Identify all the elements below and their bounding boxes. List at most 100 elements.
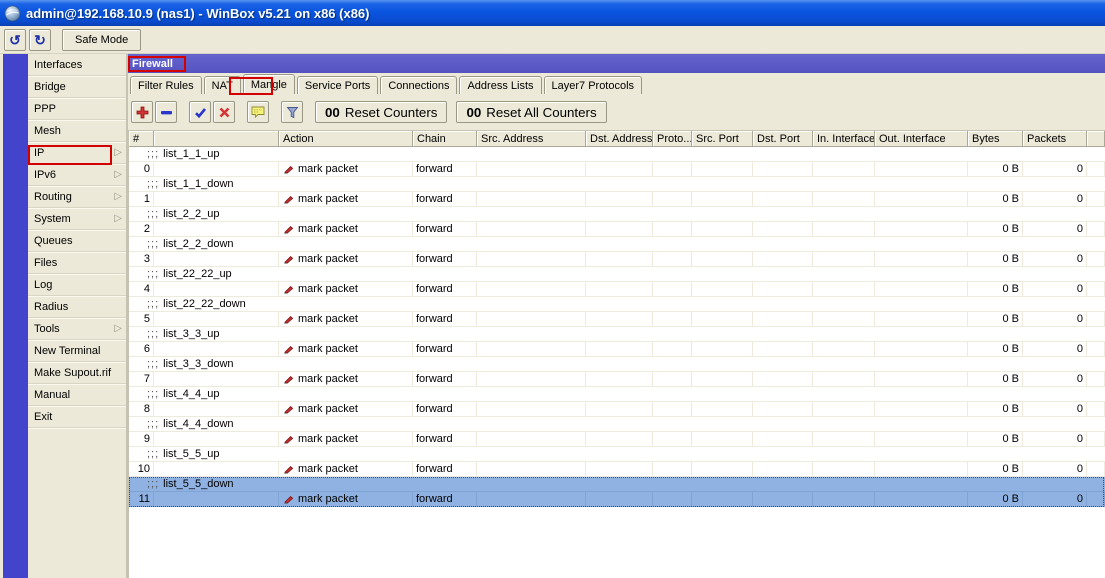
in-interface-cell	[813, 432, 875, 446]
tab-nat[interactable]: NAT	[204, 76, 241, 94]
dst-port-cell	[753, 312, 813, 326]
sidebar-item-manual[interactable]: Manual	[28, 384, 126, 406]
column-header-chain[interactable]: Chain	[413, 131, 477, 147]
submenu-arrow-icon: ▷	[114, 148, 122, 158]
sidebar-item-make-supout-rif[interactable]: Make Supout.rif	[28, 362, 126, 384]
column-header-dst-port[interactable]: Dst. Port	[753, 131, 813, 147]
rule-row-10[interactable]: 10mark packetforward0 B0	[129, 462, 1105, 477]
packets-cell: 0	[1023, 192, 1087, 206]
column-header-out-interface[interactable]: Out. Interface	[875, 131, 968, 147]
rule-row-9[interactable]: 9mark packetforward0 B0	[129, 432, 1105, 447]
rule-row-11[interactable]: 11mark packetforward0 B0	[129, 492, 1105, 507]
sidebar-item-new-terminal[interactable]: New Terminal	[28, 340, 126, 362]
undo-icon: ↺	[9, 33, 21, 47]
tab-address-lists[interactable]: Address Lists	[459, 76, 541, 94]
src-address-cell	[477, 342, 586, 356]
comment-row-list-5-5-up[interactable]: ;;;list_5_5_up	[129, 447, 1105, 462]
out-interface-cell	[875, 432, 968, 446]
sidebar-item-bridge[interactable]: Bridge	[28, 76, 126, 98]
sidebar-item-radius[interactable]: Radius	[28, 296, 126, 318]
bytes-cell: 0 B	[968, 432, 1023, 446]
rule-number: 11	[129, 492, 154, 506]
rule-row-5[interactable]: 5mark packetforward0 B0	[129, 312, 1105, 327]
sidebar-item-system[interactable]: System▷	[28, 208, 126, 230]
comment-row-list-1-1-up[interactable]: ;;;list_1_1_up	[129, 147, 1105, 162]
rule-row-2[interactable]: 2mark packetforward0 B0	[129, 222, 1105, 237]
rule-row-3[interactable]: 3mark packetforward0 B0	[129, 252, 1105, 267]
mark-packet-icon	[282, 284, 294, 294]
comment-row-list-4-4-down[interactable]: ;;;list_4_4_down	[129, 417, 1105, 432]
column-header-bytes[interactable]: Bytes	[968, 131, 1023, 147]
tab-layer7-protocols[interactable]: Layer7 Protocols	[544, 76, 643, 94]
reset-all-counters-button[interactable]: 00 Reset All Counters	[456, 101, 606, 123]
sidebar-item-ipv6[interactable]: IPv6▷	[28, 164, 126, 186]
comment-prefix: ;;;	[147, 267, 159, 281]
comment-prefix: ;;;	[147, 447, 159, 461]
add-rule-button[interactable]	[131, 101, 153, 123]
rule-row-1[interactable]: 1mark packetforward0 B0	[129, 192, 1105, 207]
sidebar-item-tools[interactable]: Tools▷	[28, 318, 126, 340]
comment-row-list-3-3-down[interactable]: ;;;list_3_3_down	[129, 357, 1105, 372]
src-address-cell	[477, 162, 586, 176]
disable-rule-button[interactable]	[213, 101, 235, 123]
reset-counters-button[interactable]: 00 Reset Counters	[315, 101, 447, 123]
column-header-dst-address[interactable]: Dst. Address	[586, 131, 653, 147]
tab-connections[interactable]: Connections	[380, 76, 457, 94]
column-header-proto[interactable]: Proto...	[653, 131, 692, 147]
enable-rule-button[interactable]	[189, 101, 211, 123]
remove-rule-button[interactable]	[155, 101, 177, 123]
rule-row-0[interactable]: 0mark packetforward0 B0	[129, 162, 1105, 177]
sidebar-item-label: Make Supout.rif	[34, 367, 111, 379]
comment-text: list_1_1_down	[163, 177, 233, 191]
sidebar-item-interfaces[interactable]: Interfaces	[28, 54, 126, 76]
comment-row-list-4-4-up[interactable]: ;;;list_4_4_up	[129, 387, 1105, 402]
tab-mangle[interactable]: Mangle	[243, 74, 295, 94]
comment-row-list-22-22-up[interactable]: ;;; list_22_22_up	[129, 267, 1105, 282]
column-header-action[interactable]: Action	[279, 131, 413, 147]
sidebar-item-ppp[interactable]: PPP	[28, 98, 126, 120]
rule-row-7[interactable]: 7mark packetforward0 B0	[129, 372, 1105, 387]
tab-service-ports[interactable]: Service Ports	[297, 76, 378, 94]
column-header-src-port[interactable]: Src. Port	[692, 131, 753, 147]
dst-port-cell	[753, 492, 813, 506]
out-interface-cell	[875, 462, 968, 476]
tab-filter-rules[interactable]: Filter Rules	[130, 76, 202, 94]
packets-cell: 0	[1023, 342, 1087, 356]
redo-button[interactable]: ↻	[29, 29, 51, 51]
rule-row-6[interactable]: 6mark packetforward0 B0	[129, 342, 1105, 357]
comment-row-list-5-5-down[interactable]: ;;;list_5_5_down	[129, 477, 1105, 492]
column-header-[interactable]: #	[129, 131, 154, 147]
action-label: mark packet	[298, 312, 358, 326]
sidebar-item-queues[interactable]: Queues	[28, 230, 126, 252]
column-header-src-address[interactable]: Src. Address	[477, 131, 586, 147]
sidebar-item-exit[interactable]: Exit	[28, 406, 126, 428]
comment-row-list-3-3-up[interactable]: ;;;list_3_3_up	[129, 327, 1105, 342]
sidebar-item-mesh[interactable]: Mesh	[28, 120, 126, 142]
column-header-spacer-1[interactable]	[154, 131, 279, 147]
undo-button[interactable]: ↺	[4, 29, 26, 51]
sidebar-item-routing[interactable]: Routing▷	[28, 186, 126, 208]
rule-number: 4	[129, 282, 154, 296]
comment-row-list-2-2-down[interactable]: ;;;list_2_2_down	[129, 237, 1105, 252]
column-header-packets[interactable]: Packets	[1023, 131, 1087, 147]
chain-cell: forward	[413, 252, 477, 266]
bytes-cell: 0 B	[968, 462, 1023, 476]
src-address-cell	[477, 312, 586, 326]
comment-text: list_22_22_up	[163, 267, 232, 281]
safe-mode-button[interactable]: Safe Mode	[62, 29, 141, 51]
comment-button[interactable]	[247, 101, 269, 123]
column-header-spacer-13[interactable]	[1087, 131, 1105, 147]
comment-row-list-1-1-down[interactable]: ;;;list_1_1_down	[129, 177, 1105, 192]
sidebar-item-log[interactable]: Log	[28, 274, 126, 296]
protocol-cell	[653, 372, 692, 386]
rule-row-4[interactable]: 4mark packetforward0 B0	[129, 282, 1105, 297]
column-header-in-interface[interactable]: In. Interface	[813, 131, 875, 147]
rule-row-8[interactable]: 8mark packetforward0 B0	[129, 402, 1105, 417]
comment-row-list-2-2-up[interactable]: ;;;list_2_2_up	[129, 207, 1105, 222]
action-cell: mark packet	[279, 252, 413, 266]
filter-button[interactable]	[281, 101, 303, 123]
sidebar-item-ip[interactable]: IP▷	[28, 142, 126, 164]
comment-row-list-22-22-down[interactable]: ;;;list_22_22_down	[129, 297, 1105, 312]
sidebar-item-files[interactable]: Files	[28, 252, 126, 274]
reset-all-counters-prefix: 00	[466, 105, 481, 120]
